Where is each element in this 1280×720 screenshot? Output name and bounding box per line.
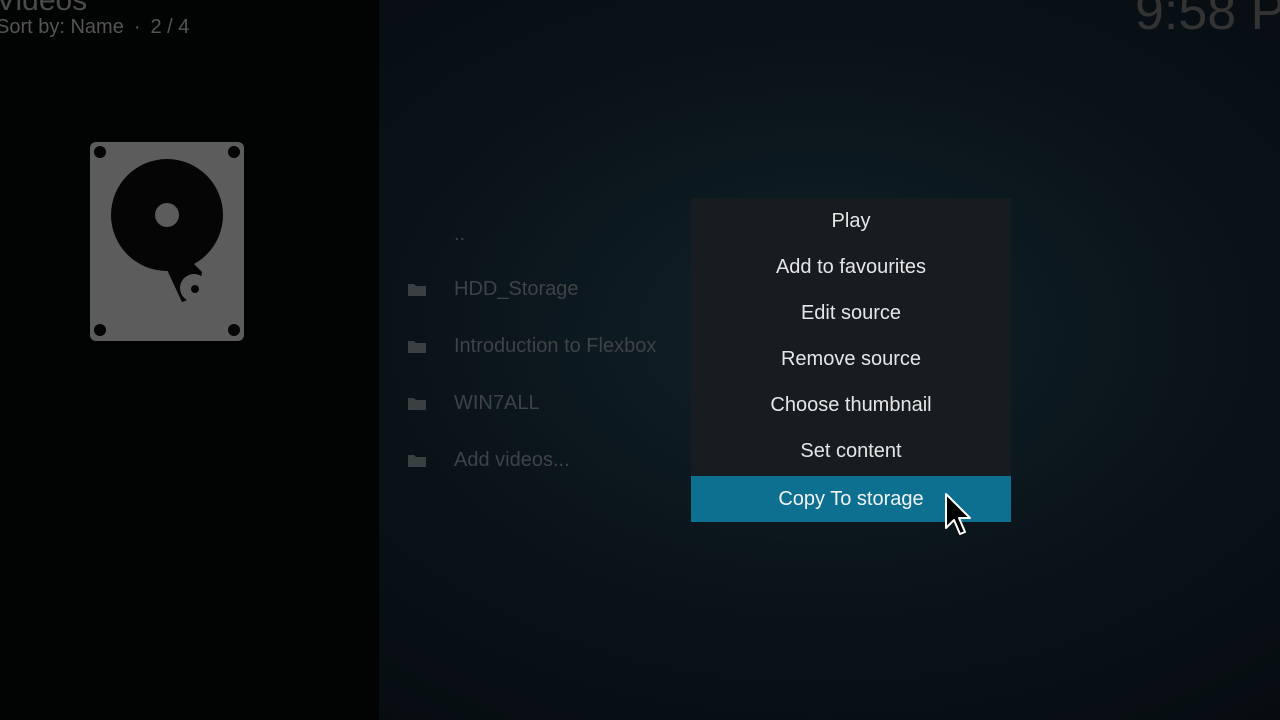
list-item-introduction-to-flexbox[interactable]: Introduction to Flexbox	[380, 326, 700, 366]
hard-drive-icon	[90, 142, 244, 341]
list-item-label: WIN7ALL	[454, 391, 540, 414]
file-list: .. HDD_Storage Introduction to Flexbox W…	[380, 0, 700, 720]
clock: 9:58 PM	[1135, 0, 1280, 41]
list-item-label: HDD_Storage	[454, 277, 579, 300]
kodi-videos-screen: Videos Sort by: Name · 2 / 4 9:58 PM .. HD…	[0, 0, 1280, 720]
menu-item-play[interactable]: Play	[691, 198, 1011, 244]
menu-item-edit-source[interactable]: Edit source	[691, 290, 1011, 336]
separator: ·	[133, 16, 141, 38]
list-item-win7all[interactable]: WIN7ALL	[380, 383, 700, 423]
menu-item-set-content[interactable]: Set content	[691, 428, 1011, 474]
menu-item-remove-source[interactable]: Remove source	[691, 336, 1011, 382]
folder-icon	[408, 398, 426, 410]
menu-item-choose-thumbnail[interactable]: Choose thumbnail	[691, 382, 1011, 428]
list-item-parent[interactable]: ..	[380, 214, 700, 254]
folder-icon	[408, 284, 426, 296]
list-item-label: Introduction to Flexbox	[454, 334, 657, 357]
sort-label[interactable]: Sort by: Name	[0, 16, 124, 38]
item-position: 2 / 4	[150, 16, 190, 38]
menu-item-add-to-favourites[interactable]: Add to favourites	[691, 244, 1011, 290]
folder-icon	[408, 455, 426, 467]
list-item-add-videos[interactable]: Add videos...	[380, 440, 700, 480]
list-item-label: ..	[454, 222, 466, 245]
folder-icon	[408, 341, 426, 353]
mouse-pointer-icon	[945, 493, 971, 535]
info-panel	[0, 0, 379, 720]
window-title: Videos	[0, 0, 88, 17]
list-item-label: Add videos...	[454, 448, 570, 471]
sort-info: Sort by: Name · 2 / 4	[0, 16, 189, 39]
list-item-hdd-storage[interactable]: HDD_Storage	[380, 269, 700, 309]
context-menu: Play Add to favourites Edit source Remov…	[691, 198, 1011, 522]
